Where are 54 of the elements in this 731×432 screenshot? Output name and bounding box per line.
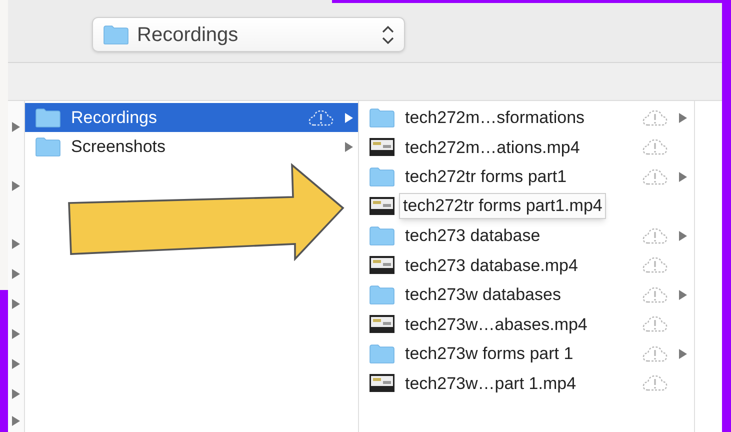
folder-icon: [369, 344, 395, 364]
folder-list-item[interactable]: Recordings: [25, 103, 358, 132]
cloud-alert-icon: [642, 166, 668, 187]
cloud-alert-icon: [642, 344, 668, 364]
folder-icon: [369, 108, 395, 128]
chevron-right-icon: [11, 415, 21, 427]
up-down-chevron-icon: [382, 24, 394, 44]
folder-icon: [369, 166, 395, 187]
cloud-alert-icon: [642, 314, 668, 334]
file-list-item[interactable]: tech272tr forms part1: [359, 162, 694, 192]
chevron-right-icon: [344, 112, 354, 124]
cloud-alert-icon: [642, 284, 668, 305]
chevron-right-icon: [344, 140, 354, 152]
chevron-right-icon: [678, 288, 688, 301]
folder-icon: [35, 136, 61, 156]
cloud-alert-icon: [308, 108, 334, 128]
file-list-item[interactable]: tech273w forms part 1: [359, 339, 694, 368]
chevron-right-icon: [11, 238, 21, 250]
file-list-item[interactable]: tech273 database: [359, 221, 694, 250]
folder-icon: [369, 284, 395, 305]
chevron-right-icon: [11, 121, 21, 133]
video-thumbnail-icon: [369, 196, 395, 216]
cloud-alert-icon: [642, 108, 668, 128]
file-list-item[interactable]: tech272m…ations.mp4: [359, 132, 694, 162]
chevron-right-icon: [678, 112, 688, 124]
path-popup-button[interactable]: Recordings: [92, 17, 405, 52]
file-list-item[interactable]: tech273w databases: [359, 280, 694, 310]
video-thumbnail-icon: [369, 373, 395, 394]
chevron-right-icon: [11, 358, 21, 370]
chevron-right-icon: [678, 348, 688, 360]
folder-icon: [369, 226, 395, 246]
cloud-alert-icon: [642, 226, 668, 246]
file-list-item[interactable]: tech272tr forms part1.mp4: [359, 192, 694, 221]
chevron-right-icon: [11, 268, 21, 280]
chevron-right-icon: [678, 230, 688, 242]
file-list-item[interactable]: tech273w…abases.mp4: [359, 310, 694, 339]
file-list-item[interactable]: tech273 database.mp4: [359, 250, 694, 280]
file-list-item[interactable]: tech272m…sformations: [359, 103, 694, 132]
chevron-right-icon: [11, 328, 21, 340]
expanded-filename: tech272tr forms part1.mp4: [399, 193, 606, 220]
cloud-alert-icon: [642, 373, 668, 394]
chevron-right-icon: [678, 170, 688, 183]
video-thumbnail-icon: [369, 314, 395, 334]
cloud-alert-icon: [642, 137, 668, 158]
folder-icon: [35, 108, 61, 128]
chevron-right-icon: [11, 180, 21, 192]
chevron-right-icon: [11, 388, 21, 400]
folder-icon: [103, 24, 129, 44]
video-thumbnail-icon: [369, 137, 395, 158]
video-thumbnail-icon: [369, 255, 395, 276]
chevron-right-icon: [11, 298, 21, 310]
cloud-alert-icon: [642, 255, 668, 276]
file-list-item[interactable]: tech273w…part 1.mp4: [359, 368, 694, 398]
folder-list-item[interactable]: Screenshots: [25, 132, 358, 161]
